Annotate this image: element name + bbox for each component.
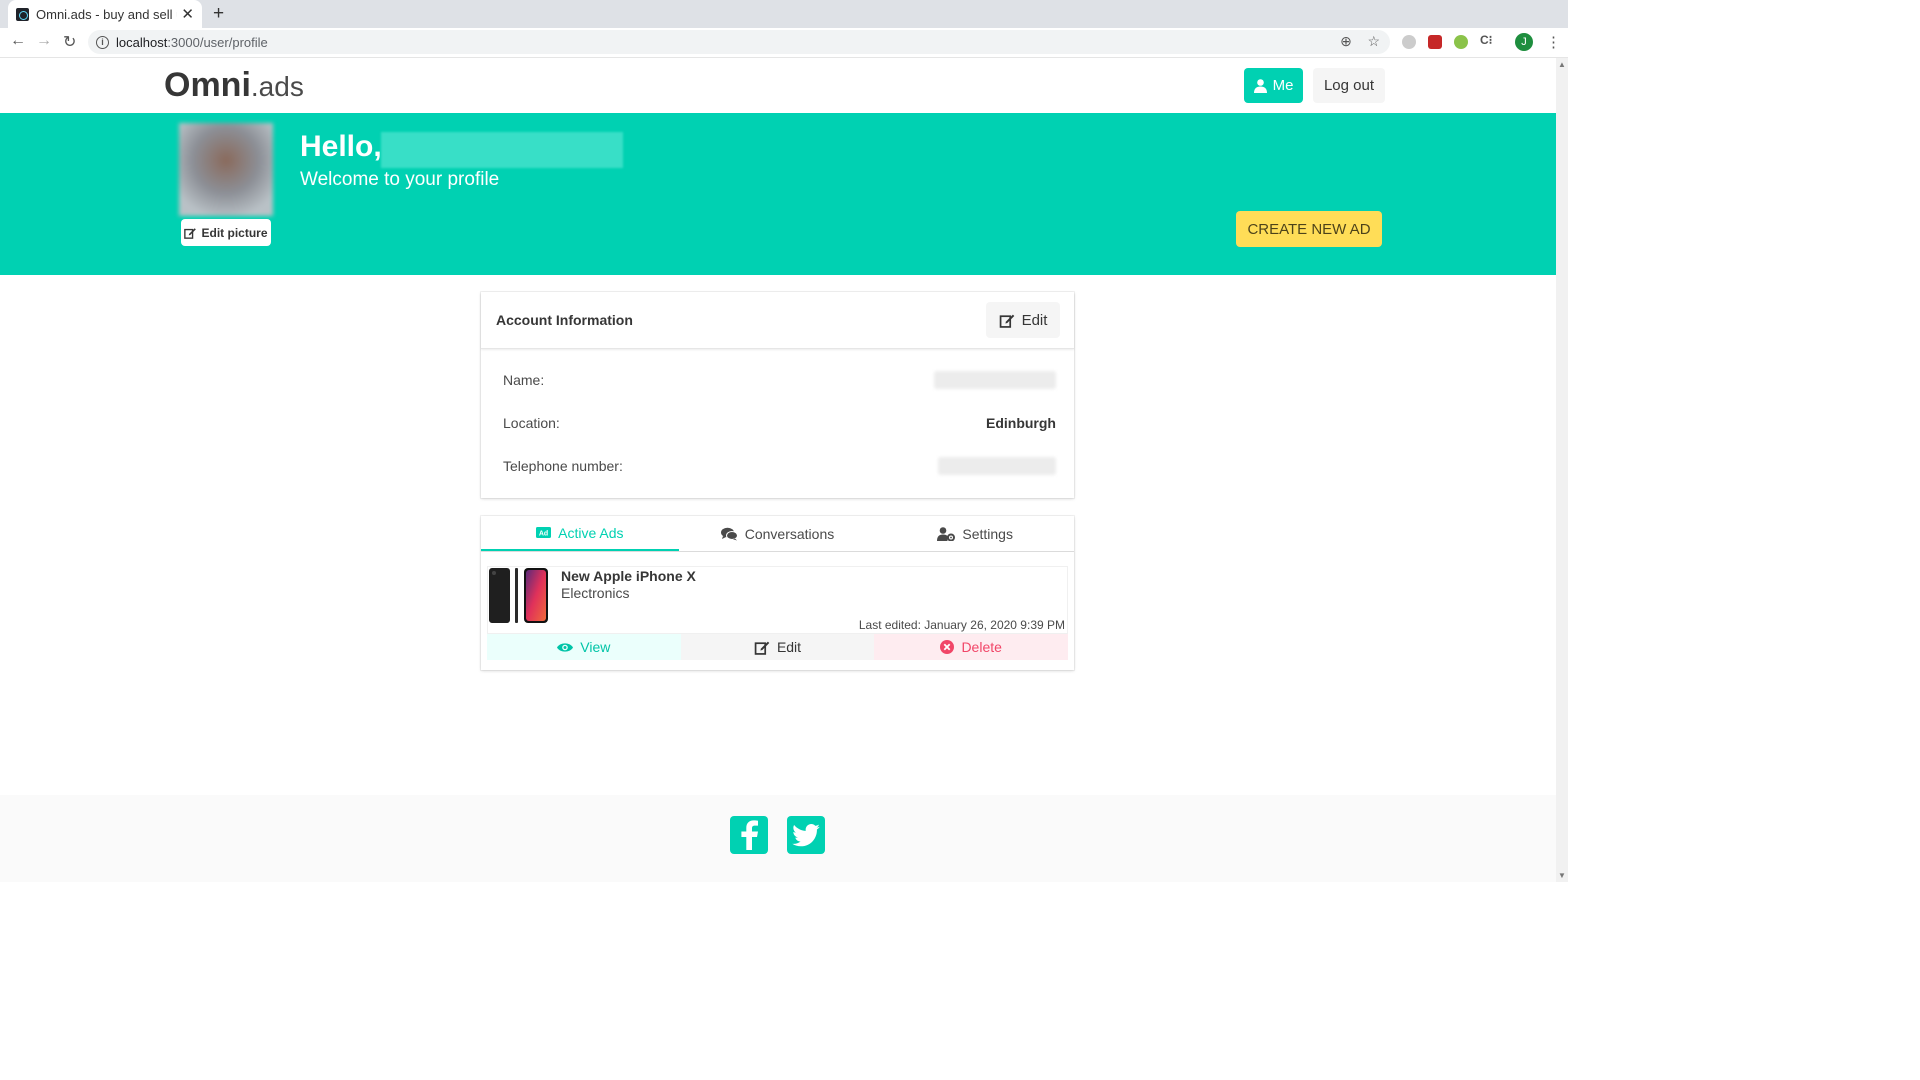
ad-icon: Ad [536,527,552,538]
ad-list-item[interactable]: New Apple iPhone X Electronics Last edit… [487,566,1068,634]
twitter-icon[interactable] [787,816,825,854]
name-value-redacted [934,371,1056,389]
site-footer [0,795,1556,882]
url-host: localhost [116,34,168,50]
tab-settings[interactable]: Settings [876,516,1074,551]
site-navbar: Omni.ads Me Log out [0,58,1556,113]
user-icon [1253,78,1267,93]
telephone-value-redacted [938,457,1056,475]
account-card-title: Account Information [496,312,633,328]
edit-account-button[interactable]: Edit [986,302,1060,338]
reload-icon[interactable]: ↻ [63,32,76,52]
profile-tabs: Ad Active Ads Conversations Settings [481,516,1074,552]
ad-actions-bar: View Edit Delete [487,634,1069,660]
tab-active-ads-label: Active Ads [558,524,624,541]
name-row: Name: [503,369,1056,391]
site-info-icon[interactable]: i [96,35,109,49]
view-ad-button[interactable]: View [487,634,681,660]
scroll-down-icon[interactable]: ▼ [1558,871,1566,880]
me-button[interactable]: Me [1244,68,1303,103]
create-new-ad-button[interactable]: CREATE NEW AD [1236,211,1382,247]
ad-thumbnail [489,568,548,623]
profile-hero: Edit picture Hello, Welcome to your prof… [0,113,1556,275]
url-path: :3000/user/profile [167,34,268,50]
site-logo[interactable]: Omni.ads [164,66,304,105]
delete-ad-label: Delete [961,639,1002,655]
edit-picture-label: Edit picture [201,225,268,240]
greeting-text: Hello, [300,130,382,163]
extension-1-icon[interactable] [1402,35,1416,49]
account-card-header: Account Information Edit [481,292,1074,349]
times-circle-icon [940,640,955,654]
bookmark-star-icon[interactable]: ☆ [1367,33,1380,49]
edit-picture-button[interactable]: Edit picture [181,219,271,246]
extension-4-icon[interactable]: C⁝ [1480,33,1494,47]
browser-tab[interactable]: Omni.ads - buy and sell u ✕ [8,0,202,28]
telephone-row: Telephone number: [503,455,1056,477]
new-tab-icon[interactable]: + [213,3,224,25]
edit-ad-label: Edit [776,639,802,655]
extension-3-icon[interactable] [1454,35,1468,49]
location-row: Location: Edinburgh [503,412,1056,434]
ad-category: Electronics [561,585,630,601]
name-label: Name: [503,372,545,388]
edit-ad-button[interactable]: Edit [680,634,875,660]
user-cog-icon [937,526,956,541]
location-label: Location: [503,415,560,431]
edit-icon [754,641,770,655]
edit-icon [999,314,1014,328]
edit-icon [184,227,197,239]
tab-settings-label: Settings [962,525,1013,542]
back-icon[interactable]: ← [10,32,26,50]
view-ad-label: View [580,639,611,655]
account-information-card: Account Information Edit Name: Location:… [481,292,1074,498]
browser-tab-title: Omni.ads - buy and sell u [36,6,178,22]
edit-account-label: Edit [1021,311,1048,329]
zoom-icon[interactable]: ⊕ [1340,33,1352,49]
browser-menu-icon[interactable]: ⋮ [1546,33,1561,51]
scroll-up-icon[interactable]: ▲ [1558,60,1566,69]
facebook-icon[interactable] [730,816,768,854]
profile-picture [179,123,273,216]
user-name-redacted [381,132,623,168]
browser-toolbar: ← → ↻ i localhost:3000/user/profile ⊕ ☆ … [0,28,1568,58]
eye-icon [557,642,574,652]
tab-close-icon[interactable]: ✕ [181,5,194,23]
extension-2-icon[interactable] [1428,35,1442,49]
tab-conversations-label: Conversations [744,525,835,542]
ad-last-edited: Last edited: January 26, 2020 9:39 PM [858,618,1065,632]
location-value: Edinburgh [986,415,1056,431]
tab-active-ads[interactable]: Ad Active Ads [481,516,679,551]
me-label: Me [1272,77,1294,94]
react-favicon-icon [16,7,29,21]
telephone-label: Telephone number: [503,458,623,474]
browser-profile-avatar[interactable]: J [1515,33,1533,51]
welcome-subtitle: Welcome to your profile [300,169,500,190]
page-scrollbar[interactable]: ▲ ▼ [1556,58,1568,882]
ad-title[interactable]: New Apple iPhone X [561,568,696,584]
delete-ad-button[interactable]: Delete [874,634,1069,660]
logout-button[interactable]: Log out [1313,68,1385,103]
address-bar[interactable]: i localhost:3000/user/profile ⊕ ☆ [88,30,1390,54]
browser-tab-strip: Omni.ads - buy and sell u ✕ + [0,0,1568,28]
forward-icon[interactable]: → [36,32,52,50]
tab-conversations[interactable]: Conversations [679,516,877,551]
omnibox-actions: ⊕ ☆ [1340,33,1380,50]
profile-tabs-panel: Ad Active Ads Conversations Settings New… [481,516,1074,670]
comments-icon [720,527,738,540]
svg-text:Ad: Ad [539,530,548,537]
